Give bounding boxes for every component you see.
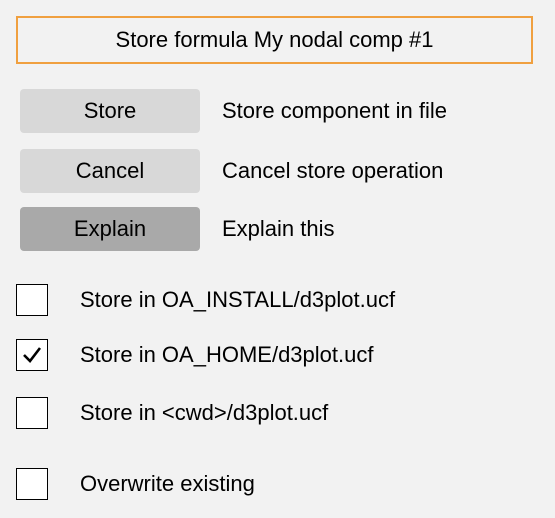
cancel-row: Cancel Cancel store operation [20,148,443,194]
cancel-button-label: Cancel [75,158,145,183]
explain-button[interactable]: Explain [20,207,200,251]
explain-description: Explain this [222,216,335,241]
oa-install-label: Store in OA_INSTALL/d3plot.ucf [80,287,396,312]
store-row: Store Store component in file [20,88,447,134]
explain-row: Explain Explain this [20,206,335,252]
oa-home-checkbox[interactable] [16,339,48,371]
formula-title-text: Store formula My nodal comp #1 [115,27,434,52]
option-cwd[interactable]: Store in <cwd>/d3plot.ucf [16,395,328,431]
formula-title: Store formula My nodal comp #1 [16,16,533,64]
option-oa-home[interactable]: Store in OA_HOME/d3plot.ucf [16,337,373,373]
cancel-button[interactable]: Cancel [20,149,200,193]
store-button[interactable]: Store [20,89,200,133]
explain-button-label: Explain [73,216,147,241]
store-button-label: Store [83,98,137,123]
checkmark-icon [23,347,42,363]
overwrite-checkbox[interactable] [16,468,48,500]
oa-home-label: Store in OA_HOME/d3plot.ucf [80,342,374,367]
overwrite-label: Overwrite existing [80,471,255,496]
option-overwrite[interactable]: Overwrite existing [16,466,255,502]
store-description: Store component in file [222,98,448,123]
cwd-checkbox[interactable] [16,397,48,429]
oa-install-checkbox[interactable] [16,284,48,316]
cwd-label: Store in <cwd>/d3plot.ucf [80,400,329,425]
cancel-description: Cancel store operation [222,158,444,183]
option-oa-install[interactable]: Store in OA_INSTALL/d3plot.ucf [16,282,395,318]
